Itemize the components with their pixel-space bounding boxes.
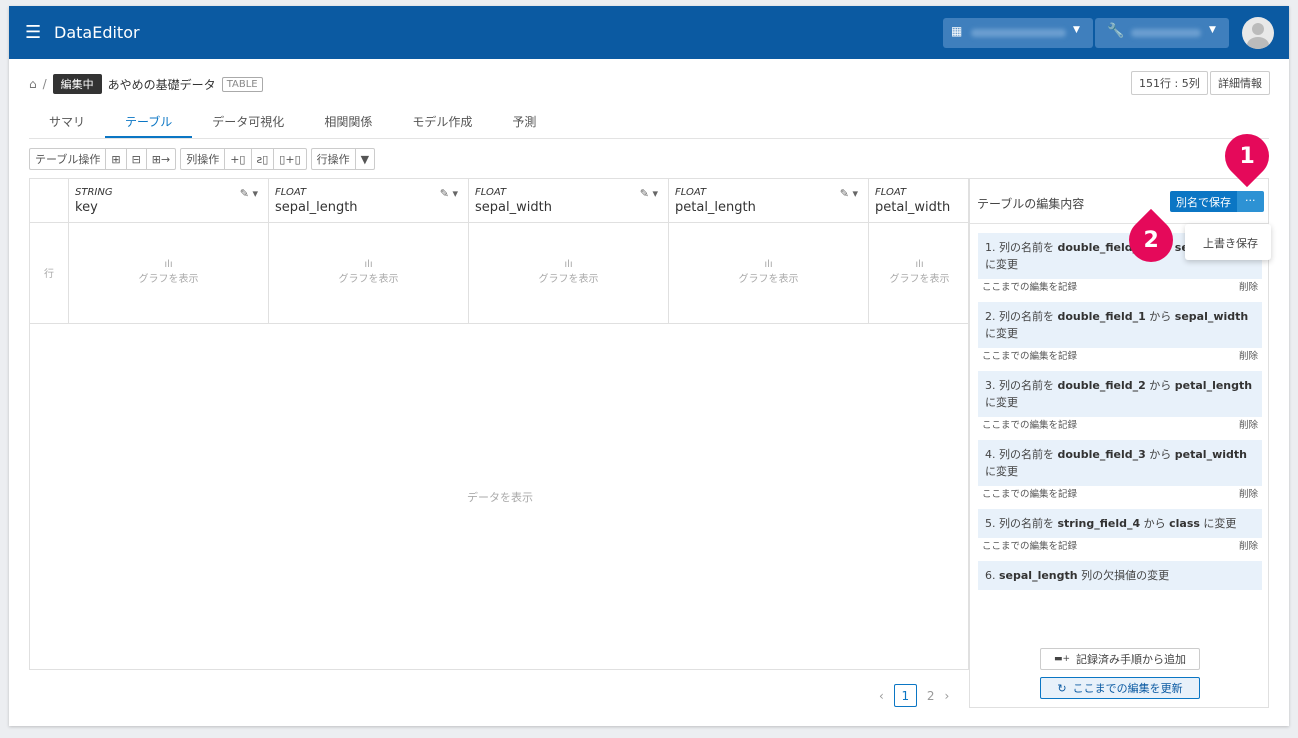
- table-export-icon[interactable]: ⊞→: [147, 149, 175, 169]
- edit-column-icon[interactable]: ✎ ▾: [640, 187, 658, 200]
- column-header[interactable]: FLOAT sepal_width ✎ ▾: [469, 179, 669, 223]
- show-graph-button[interactable]: ılı グラフを表示: [669, 223, 869, 324]
- edit-step: 2. 列の名前を double_field_1 から sepal_width に…: [978, 302, 1262, 366]
- project-select[interactable]: 🔧 ▼: [1095, 18, 1229, 48]
- delete-link[interactable]: 削除: [1239, 420, 1258, 432]
- building-icon: ▦: [951, 24, 963, 38]
- row-label: 行: [30, 223, 69, 324]
- pagination: ‹ 1 2 ›: [879, 684, 949, 707]
- organization-select[interactable]: ▦ ▼: [943, 18, 1093, 48]
- add-from-recorded-button[interactable]: ▬+ 記録済み手順から追加: [1040, 648, 1200, 670]
- show-graph-button[interactable]: ılı グラフを表示: [269, 223, 469, 324]
- refresh-icon: ↻: [1057, 681, 1067, 695]
- toolbar: テーブル操作 ⊞ ⊟ ⊞→ 列操作 +▯ ƨ▯ ▯+▯ 行操作 ▼: [29, 148, 376, 170]
- edit-step: 6. sepal_length 列の欠損値の変更: [978, 561, 1262, 590]
- app-title: DataEditor: [54, 23, 140, 42]
- save-as-button[interactable]: 別名で保存: [1170, 191, 1237, 212]
- panel-title: テーブルの編集内容: [977, 197, 1085, 211]
- table-ops-label: テーブル操作: [30, 149, 107, 169]
- table-shrink-icon[interactable]: ⊟: [127, 149, 147, 169]
- edit-column-icon[interactable]: ✎ ▾: [840, 187, 858, 200]
- status-badge: 編集中: [52, 74, 102, 94]
- record-link[interactable]: ここまでの編集を記録: [982, 351, 1077, 363]
- prev-page-icon[interactable]: ‹: [879, 689, 884, 703]
- chevron-down-icon: ▼: [1073, 25, 1080, 35]
- record-link[interactable]: ここまでの編集を記録: [982, 541, 1077, 553]
- bar-chart-icon: ılı: [364, 259, 373, 270]
- compute-column-icon[interactable]: ƨ▯: [252, 149, 275, 169]
- edit-steps-list[interactable]: 1. 列の名前を double_field_0 から sepal_length …: [978, 233, 1262, 638]
- dataset-name: あやめの基礎データ: [107, 77, 216, 92]
- app-window: ☰ DataEditor ▦ ▼ 🔧 ▼ ⌂ / 編集中 あやめの基礎データ TA…: [9, 6, 1289, 726]
- show-graph-button[interactable]: ılı グラフを表示: [869, 223, 970, 324]
- details-button[interactable]: 詳細情報: [1210, 71, 1270, 95]
- table-expand-icon[interactable]: ⊞: [106, 149, 127, 169]
- refresh-edits-button[interactable]: ↻ ここまでの編集を更新: [1040, 677, 1200, 699]
- wrench-icon: 🔧: [1107, 23, 1125, 39]
- column-header[interactable]: FLOAT sepal_length ✎ ▾: [269, 179, 469, 223]
- bar-chart-icon: ılı: [164, 259, 173, 270]
- edit-column-icon[interactable]: ✎ ▾: [240, 187, 258, 200]
- user-avatar[interactable]: [1242, 17, 1274, 49]
- edit-column-icon[interactable]: ✎ ▾: [440, 187, 458, 200]
- filter-icon[interactable]: ▼: [356, 149, 374, 169]
- delete-link[interactable]: 削除: [1239, 541, 1258, 553]
- edit-step: 3. 列の名前を double_field_2 から petal_length …: [978, 371, 1262, 435]
- delete-link[interactable]: 削除: [1239, 489, 1258, 501]
- merge-column-icon[interactable]: ▯+▯: [274, 149, 305, 169]
- tab-visualization[interactable]: データ可視化: [192, 106, 304, 138]
- data-grid: STRING key ✎ ▾ FLOAT sepal_length ✎ ▾ FLOAT s…: [29, 178, 970, 670]
- tab-predict[interactable]: 予測: [492, 106, 556, 138]
- col-ops-label: 列操作: [181, 149, 226, 169]
- page-2[interactable]: 2: [927, 689, 935, 703]
- more-options-button[interactable]: ···: [1237, 191, 1264, 212]
- bar-chart-icon: ılı: [764, 259, 773, 270]
- show-graph-button[interactable]: ılı グラフを表示: [69, 223, 269, 324]
- show-data-button[interactable]: データを表示: [30, 489, 970, 505]
- overwrite-save-menu-item[interactable]: 上書き保存: [1185, 224, 1271, 260]
- record-link[interactable]: ここまでの編集を記録: [982, 282, 1077, 294]
- delete-link[interactable]: 削除: [1239, 282, 1258, 294]
- add-column-icon[interactable]: +▯: [225, 149, 252, 169]
- column-header[interactable]: STRING key ✎ ▾: [69, 179, 269, 223]
- delete-link[interactable]: 削除: [1239, 351, 1258, 363]
- show-graph-button[interactable]: ılı グラフを表示: [469, 223, 669, 324]
- tab-correlation[interactable]: 相関関係: [304, 106, 392, 138]
- hamburger-menu-icon[interactable]: ☰: [25, 22, 41, 43]
- save-split-button: 別名で保存 ···: [1170, 191, 1264, 212]
- column-header[interactable]: FLOAT petal_length ✎ ▾: [669, 179, 869, 223]
- type-badge: TABLE: [221, 76, 263, 92]
- tab-summary[interactable]: サマリ: [29, 106, 105, 138]
- home-icon[interactable]: ⌂: [29, 77, 37, 91]
- chevron-down-icon: ▼: [1209, 25, 1216, 35]
- record-link[interactable]: ここまでの編集を記録: [982, 420, 1077, 432]
- bar-chart-icon: ılı: [915, 259, 924, 270]
- edit-step: 5. 列の名前を string_field_4 から class に変更 ここまで…: [978, 509, 1262, 556]
- record-link[interactable]: ここまでの編集を記録: [982, 489, 1077, 501]
- row-ops-label: 行操作: [312, 149, 356, 169]
- top-header: ☰ DataEditor ▦ ▼ 🔧 ▼: [9, 6, 1289, 59]
- next-page-icon[interactable]: ›: [944, 689, 949, 703]
- page-current[interactable]: 1: [893, 684, 917, 707]
- tab-model[interactable]: モデル作成: [392, 106, 492, 138]
- edit-step: 4. 列の名前を double_field_3 から petal_width に…: [978, 440, 1262, 504]
- tab-table[interactable]: テーブル: [105, 106, 193, 138]
- size-indicator: 151行 : 5列: [1131, 71, 1208, 95]
- tab-bar: サマリ テーブル データ可視化 相関関係 モデル作成 予測: [29, 106, 1269, 139]
- breadcrumb: ⌂ / 編集中 あやめの基礎データ TABLE: [29, 74, 263, 94]
- bar-chart-icon: ılı: [564, 259, 573, 270]
- add-list-icon: ▬+: [1053, 654, 1071, 664]
- column-header[interactable]: FLOAT petal_width: [869, 179, 970, 223]
